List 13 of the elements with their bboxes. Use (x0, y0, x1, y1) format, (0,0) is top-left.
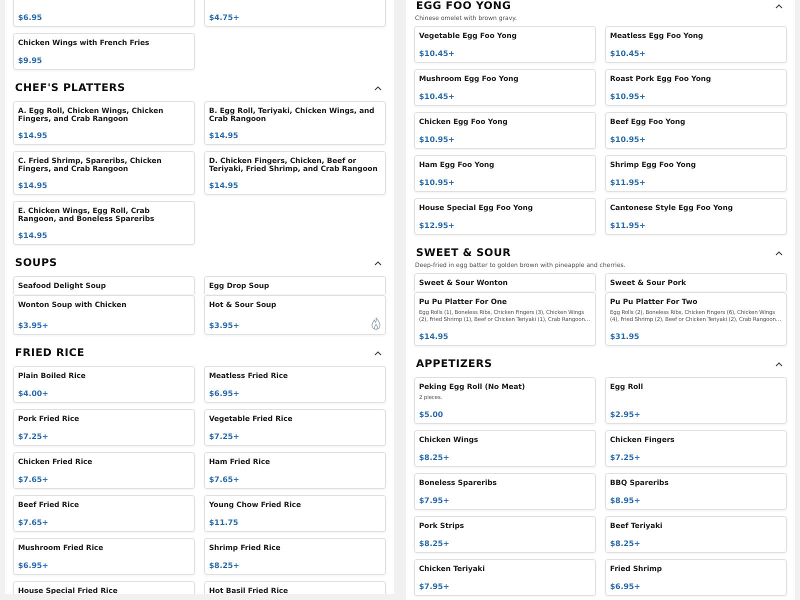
section-title: APPETIZERS (416, 358, 492, 370)
section-title: SOUPS (15, 257, 58, 269)
flame-icon (371, 317, 381, 330)
section-title: FRIED RICE (15, 347, 85, 359)
chevron-icon[interactable] (374, 86, 382, 90)
section-title: CHEF'S PLATTERS (15, 82, 126, 94)
section-title: EGG FOO YONG (416, 0, 512, 12)
chevron-icon[interactable] (374, 260, 382, 266)
chevron-icon[interactable] (374, 350, 382, 356)
chevron-icon[interactable] (775, 4, 783, 8)
section-title: SWEET & SOUR (416, 247, 512, 259)
chevron-icon[interactable] (775, 250, 783, 256)
chevron-icon[interactable] (775, 362, 783, 366)
